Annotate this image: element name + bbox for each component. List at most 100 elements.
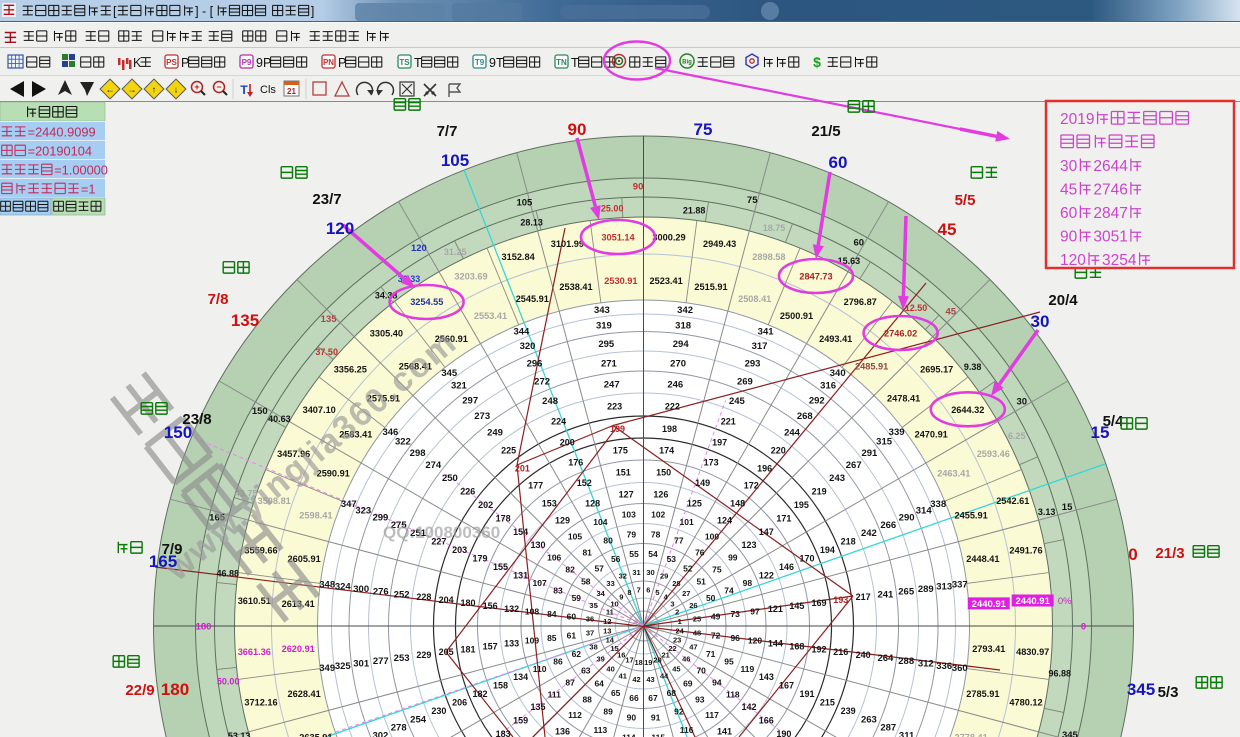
svg-text:120: 120 xyxy=(326,219,354,238)
svg-text:2785.91: 2785.91 xyxy=(966,689,999,699)
svg-text:242: 242 xyxy=(861,528,877,539)
svg-text:37: 37 xyxy=(586,629,594,638)
svg-text:205: 205 xyxy=(439,647,454,657)
svg-text:58: 58 xyxy=(581,577,591,587)
svg-text:T9: T9 xyxy=(475,58,485,67)
svg-text:128: 128 xyxy=(585,498,600,508)
svg-text:50.00: 50.00 xyxy=(217,677,240,687)
svg-text:220: 220 xyxy=(771,445,786,455)
svg-text:21/5: 21/5 xyxy=(811,123,840,140)
svg-text:105: 105 xyxy=(441,151,469,170)
svg-text:T: T xyxy=(571,56,579,70)
svg-text:247: 247 xyxy=(604,379,620,390)
svg-text:38: 38 xyxy=(589,642,597,651)
svg-text:9P: 9P xyxy=(256,56,271,70)
svg-text:48: 48 xyxy=(693,629,701,638)
svg-text:320: 320 xyxy=(520,341,536,352)
svg-text:198: 198 xyxy=(662,424,677,434)
svg-text:293: 293 xyxy=(745,358,761,369)
svg-text:253: 253 xyxy=(394,653,410,664)
svg-text:348: 348 xyxy=(319,580,335,591)
svg-text:51: 51 xyxy=(696,577,706,587)
svg-text:75: 75 xyxy=(712,565,722,575)
svg-text:7/9: 7/9 xyxy=(162,541,183,558)
svg-text:344: 344 xyxy=(513,327,530,338)
svg-text:52: 52 xyxy=(683,563,693,573)
svg-text:2455.91: 2455.91 xyxy=(954,510,987,520)
svg-text:315: 315 xyxy=(876,437,893,448)
svg-text:175: 175 xyxy=(613,446,628,456)
svg-text:2778.41: 2778.41 xyxy=(954,733,987,737)
svg-text:5/5: 5/5 xyxy=(955,192,976,209)
svg-text:2644.32: 2644.32 xyxy=(951,405,984,415)
svg-text:2523.41: 2523.41 xyxy=(649,276,682,286)
svg-text:69: 69 xyxy=(683,679,693,689)
svg-text:40: 40 xyxy=(606,665,614,674)
svg-text:120: 120 xyxy=(411,243,427,254)
svg-text:173: 173 xyxy=(704,458,719,468)
svg-text:221: 221 xyxy=(721,417,736,427)
svg-text:297: 297 xyxy=(462,395,478,406)
svg-text:149: 149 xyxy=(695,478,710,488)
svg-text:243: 243 xyxy=(829,473,845,484)
svg-text:98: 98 xyxy=(743,578,753,588)
svg-text:104: 104 xyxy=(593,517,607,527)
svg-text:192: 192 xyxy=(811,644,826,654)
svg-text:Big: Big xyxy=(682,60,692,66)
svg-text:27: 27 xyxy=(682,589,690,598)
svg-text:145: 145 xyxy=(789,601,804,611)
svg-text:217: 217 xyxy=(856,592,871,602)
svg-text:46: 46 xyxy=(682,655,690,664)
svg-text:16: 16 xyxy=(617,651,625,660)
svg-text:290: 290 xyxy=(899,512,915,523)
svg-text:319: 319 xyxy=(596,321,612,332)
svg-text:↓: ↓ xyxy=(174,85,179,95)
svg-text:83: 83 xyxy=(553,586,563,596)
svg-text:45: 45 xyxy=(946,306,957,317)
svg-text:105: 105 xyxy=(568,532,582,542)
svg-text:135: 135 xyxy=(231,311,259,330)
svg-text:117: 117 xyxy=(705,710,719,720)
svg-text:96.88: 96.88 xyxy=(1049,669,1072,679)
svg-text:2620.91: 2620.91 xyxy=(282,644,315,654)
svg-text:244: 244 xyxy=(784,428,801,439)
svg-text:P9: P9 xyxy=(242,58,252,67)
svg-text:$: $ xyxy=(813,54,821,70)
svg-text:Cls: Cls xyxy=(260,84,276,96)
svg-text:202: 202 xyxy=(478,500,493,510)
svg-text:3152.84: 3152.84 xyxy=(501,252,535,262)
svg-text:120: 120 xyxy=(1060,252,1086,269)
svg-text:74: 74 xyxy=(724,586,734,596)
svg-text:2: 2 xyxy=(675,608,679,617)
svg-text:204: 204 xyxy=(439,595,454,605)
svg-text:346: 346 xyxy=(382,427,398,438)
svg-text:206: 206 xyxy=(452,697,467,707)
svg-text:291: 291 xyxy=(861,448,878,459)
svg-text:2635.91: 2635.91 xyxy=(299,733,332,737)
svg-text:141: 141 xyxy=(717,727,732,737)
svg-text:224: 224 xyxy=(551,417,566,427)
svg-text:323: 323 xyxy=(355,505,371,516)
svg-text:44: 44 xyxy=(660,672,669,681)
svg-text:13: 13 xyxy=(603,626,611,635)
svg-text:110: 110 xyxy=(533,664,547,674)
svg-text:8: 8 xyxy=(627,588,631,597)
svg-text:178: 178 xyxy=(496,513,511,523)
svg-text:2695.17: 2695.17 xyxy=(920,364,953,374)
svg-text:→: → xyxy=(128,85,137,95)
svg-text:122: 122 xyxy=(759,570,774,580)
svg-text:3203.69: 3203.69 xyxy=(454,272,487,282)
svg-text:45: 45 xyxy=(1060,182,1077,199)
svg-text:PN: PN xyxy=(323,58,334,67)
svg-text:82: 82 xyxy=(565,565,575,575)
svg-text:65: 65 xyxy=(611,688,621,698)
svg-text:144: 144 xyxy=(768,639,783,649)
svg-text:79: 79 xyxy=(627,529,637,539)
svg-text:2019: 2019 xyxy=(1060,111,1094,128)
svg-text:340: 340 xyxy=(830,368,846,379)
svg-text:78: 78 xyxy=(651,529,661,539)
svg-text:2530.91: 2530.91 xyxy=(604,276,637,286)
svg-text:239: 239 xyxy=(841,706,856,716)
svg-text:338: 338 xyxy=(930,499,946,510)
svg-text:147: 147 xyxy=(759,527,774,537)
